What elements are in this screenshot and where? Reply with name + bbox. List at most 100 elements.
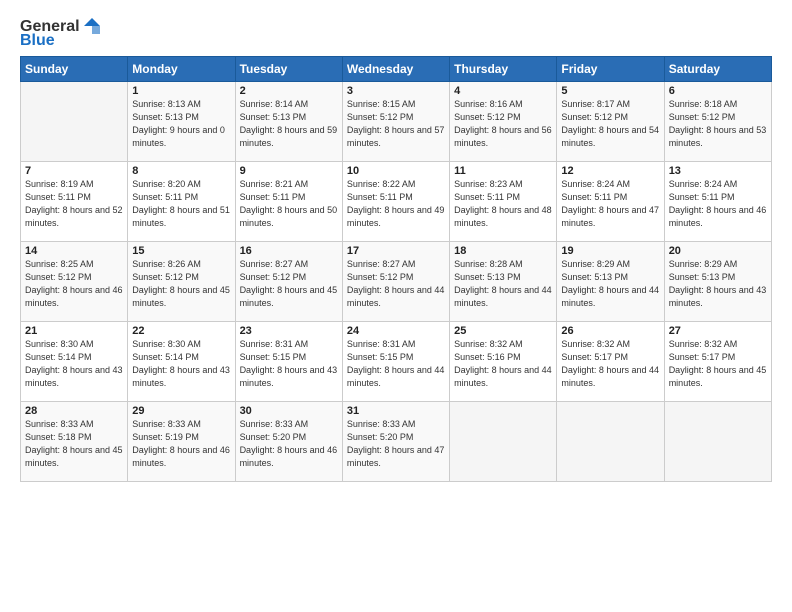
header-sunday: Sunday [21, 57, 128, 82]
day-info: Sunrise: 8:20 AMSunset: 5:11 PMDaylight:… [132, 178, 230, 230]
day-info: Sunrise: 8:22 AMSunset: 5:11 PMDaylight:… [347, 178, 445, 230]
day-info: Sunrise: 8:21 AMSunset: 5:11 PMDaylight:… [240, 178, 338, 230]
calendar-cell [557, 402, 664, 482]
day-number: 28 [25, 405, 123, 417]
logo-icon [82, 16, 102, 36]
calendar-cell: 2Sunrise: 8:14 AMSunset: 5:13 PMDaylight… [235, 82, 342, 162]
calendar-cell: 18Sunrise: 8:28 AMSunset: 5:13 PMDayligh… [450, 242, 557, 322]
day-info: Sunrise: 8:19 AMSunset: 5:11 PMDaylight:… [25, 178, 123, 230]
day-number: 5 [561, 85, 659, 97]
day-info: Sunrise: 8:24 AMSunset: 5:11 PMDaylight:… [561, 178, 659, 230]
day-number: 13 [669, 165, 767, 177]
day-info: Sunrise: 8:27 AMSunset: 5:12 PMDaylight:… [347, 258, 445, 310]
calendar-cell: 26Sunrise: 8:32 AMSunset: 5:17 PMDayligh… [557, 322, 664, 402]
calendar-cell [450, 402, 557, 482]
day-info: Sunrise: 8:32 AMSunset: 5:16 PMDaylight:… [454, 338, 552, 390]
calendar-cell: 19Sunrise: 8:29 AMSunset: 5:13 PMDayligh… [557, 242, 664, 322]
day-number: 11 [454, 165, 552, 177]
calendar-cell: 31Sunrise: 8:33 AMSunset: 5:20 PMDayligh… [342, 402, 449, 482]
week-row-3: 21Sunrise: 8:30 AMSunset: 5:14 PMDayligh… [21, 322, 772, 402]
calendar-table: Sunday Monday Tuesday Wednesday Thursday… [20, 56, 772, 482]
calendar-cell: 21Sunrise: 8:30 AMSunset: 5:14 PMDayligh… [21, 322, 128, 402]
calendar-cell: 17Sunrise: 8:27 AMSunset: 5:12 PMDayligh… [342, 242, 449, 322]
day-number: 9 [240, 165, 338, 177]
calendar-cell: 6Sunrise: 8:18 AMSunset: 5:12 PMDaylight… [664, 82, 771, 162]
day-info: Sunrise: 8:32 AMSunset: 5:17 PMDaylight:… [561, 338, 659, 390]
day-info: Sunrise: 8:33 AMSunset: 5:20 PMDaylight:… [347, 418, 445, 470]
logo: General Blue [20, 18, 102, 50]
calendar-cell: 22Sunrise: 8:30 AMSunset: 5:14 PMDayligh… [128, 322, 235, 402]
calendar-cell: 12Sunrise: 8:24 AMSunset: 5:11 PMDayligh… [557, 162, 664, 242]
calendar-cell: 27Sunrise: 8:32 AMSunset: 5:17 PMDayligh… [664, 322, 771, 402]
calendar-cell: 29Sunrise: 8:33 AMSunset: 5:19 PMDayligh… [128, 402, 235, 482]
day-number: 17 [347, 245, 445, 257]
calendar-cell: 30Sunrise: 8:33 AMSunset: 5:20 PMDayligh… [235, 402, 342, 482]
calendar-cell: 13Sunrise: 8:24 AMSunset: 5:11 PMDayligh… [664, 162, 771, 242]
calendar-cell: 11Sunrise: 8:23 AMSunset: 5:11 PMDayligh… [450, 162, 557, 242]
day-info: Sunrise: 8:32 AMSunset: 5:17 PMDaylight:… [669, 338, 767, 390]
day-info: Sunrise: 8:15 AMSunset: 5:12 PMDaylight:… [347, 98, 445, 150]
header-wednesday: Wednesday [342, 57, 449, 82]
day-info: Sunrise: 8:29 AMSunset: 5:13 PMDaylight:… [561, 258, 659, 310]
day-number: 4 [454, 85, 552, 97]
day-number: 21 [25, 325, 123, 337]
calendar-cell: 3Sunrise: 8:15 AMSunset: 5:12 PMDaylight… [342, 82, 449, 162]
calendar-cell: 1Sunrise: 8:13 AMSunset: 5:13 PMDaylight… [128, 82, 235, 162]
day-number: 19 [561, 245, 659, 257]
page: General Blue Sunday Monday Tuesday Wedne… [0, 0, 792, 612]
day-info: Sunrise: 8:33 AMSunset: 5:19 PMDaylight:… [132, 418, 230, 470]
day-number: 7 [25, 165, 123, 177]
day-number: 18 [454, 245, 552, 257]
calendar-cell: 15Sunrise: 8:26 AMSunset: 5:12 PMDayligh… [128, 242, 235, 322]
day-number: 16 [240, 245, 338, 257]
day-info: Sunrise: 8:23 AMSunset: 5:11 PMDaylight:… [454, 178, 552, 230]
week-row-2: 14Sunrise: 8:25 AMSunset: 5:12 PMDayligh… [21, 242, 772, 322]
calendar-cell: 20Sunrise: 8:29 AMSunset: 5:13 PMDayligh… [664, 242, 771, 322]
header-friday: Friday [557, 57, 664, 82]
calendar-cell: 28Sunrise: 8:33 AMSunset: 5:18 PMDayligh… [21, 402, 128, 482]
calendar-cell: 9Sunrise: 8:21 AMSunset: 5:11 PMDaylight… [235, 162, 342, 242]
day-number: 15 [132, 245, 230, 257]
calendar-cell: 7Sunrise: 8:19 AMSunset: 5:11 PMDaylight… [21, 162, 128, 242]
day-number: 26 [561, 325, 659, 337]
day-number: 12 [561, 165, 659, 177]
day-info: Sunrise: 8:18 AMSunset: 5:12 PMDaylight:… [669, 98, 767, 150]
day-number: 23 [240, 325, 338, 337]
calendar-cell: 4Sunrise: 8:16 AMSunset: 5:12 PMDaylight… [450, 82, 557, 162]
day-info: Sunrise: 8:31 AMSunset: 5:15 PMDaylight:… [347, 338, 445, 390]
day-number: 1 [132, 85, 230, 97]
calendar-cell: 16Sunrise: 8:27 AMSunset: 5:12 PMDayligh… [235, 242, 342, 322]
day-number: 30 [240, 405, 338, 417]
day-info: Sunrise: 8:13 AMSunset: 5:13 PMDaylight:… [132, 98, 230, 150]
logo-blue: Blue [20, 32, 55, 50]
day-number: 20 [669, 245, 767, 257]
calendar-cell: 8Sunrise: 8:20 AMSunset: 5:11 PMDaylight… [128, 162, 235, 242]
day-info: Sunrise: 8:17 AMSunset: 5:12 PMDaylight:… [561, 98, 659, 150]
day-info: Sunrise: 8:30 AMSunset: 5:14 PMDaylight:… [25, 338, 123, 390]
day-info: Sunrise: 8:14 AMSunset: 5:13 PMDaylight:… [240, 98, 338, 150]
day-number: 22 [132, 325, 230, 337]
calendar-cell: 23Sunrise: 8:31 AMSunset: 5:15 PMDayligh… [235, 322, 342, 402]
day-info: Sunrise: 8:33 AMSunset: 5:18 PMDaylight:… [25, 418, 123, 470]
day-info: Sunrise: 8:25 AMSunset: 5:12 PMDaylight:… [25, 258, 123, 310]
day-number: 24 [347, 325, 445, 337]
day-number: 31 [347, 405, 445, 417]
calendar-cell: 5Sunrise: 8:17 AMSunset: 5:12 PMDaylight… [557, 82, 664, 162]
header-monday: Monday [128, 57, 235, 82]
day-number: 27 [669, 325, 767, 337]
day-number: 6 [669, 85, 767, 97]
day-number: 3 [347, 85, 445, 97]
header: General Blue [20, 18, 772, 50]
day-number: 2 [240, 85, 338, 97]
day-info: Sunrise: 8:28 AMSunset: 5:13 PMDaylight:… [454, 258, 552, 310]
header-thursday: Thursday [450, 57, 557, 82]
day-number: 8 [132, 165, 230, 177]
week-row-0: 1Sunrise: 8:13 AMSunset: 5:13 PMDaylight… [21, 82, 772, 162]
day-number: 10 [347, 165, 445, 177]
week-row-4: 28Sunrise: 8:33 AMSunset: 5:18 PMDayligh… [21, 402, 772, 482]
calendar-cell: 24Sunrise: 8:31 AMSunset: 5:15 PMDayligh… [342, 322, 449, 402]
header-row: Sunday Monday Tuesday Wednesday Thursday… [21, 57, 772, 82]
day-info: Sunrise: 8:24 AMSunset: 5:11 PMDaylight:… [669, 178, 767, 230]
day-info: Sunrise: 8:31 AMSunset: 5:15 PMDaylight:… [240, 338, 338, 390]
day-info: Sunrise: 8:33 AMSunset: 5:20 PMDaylight:… [240, 418, 338, 470]
